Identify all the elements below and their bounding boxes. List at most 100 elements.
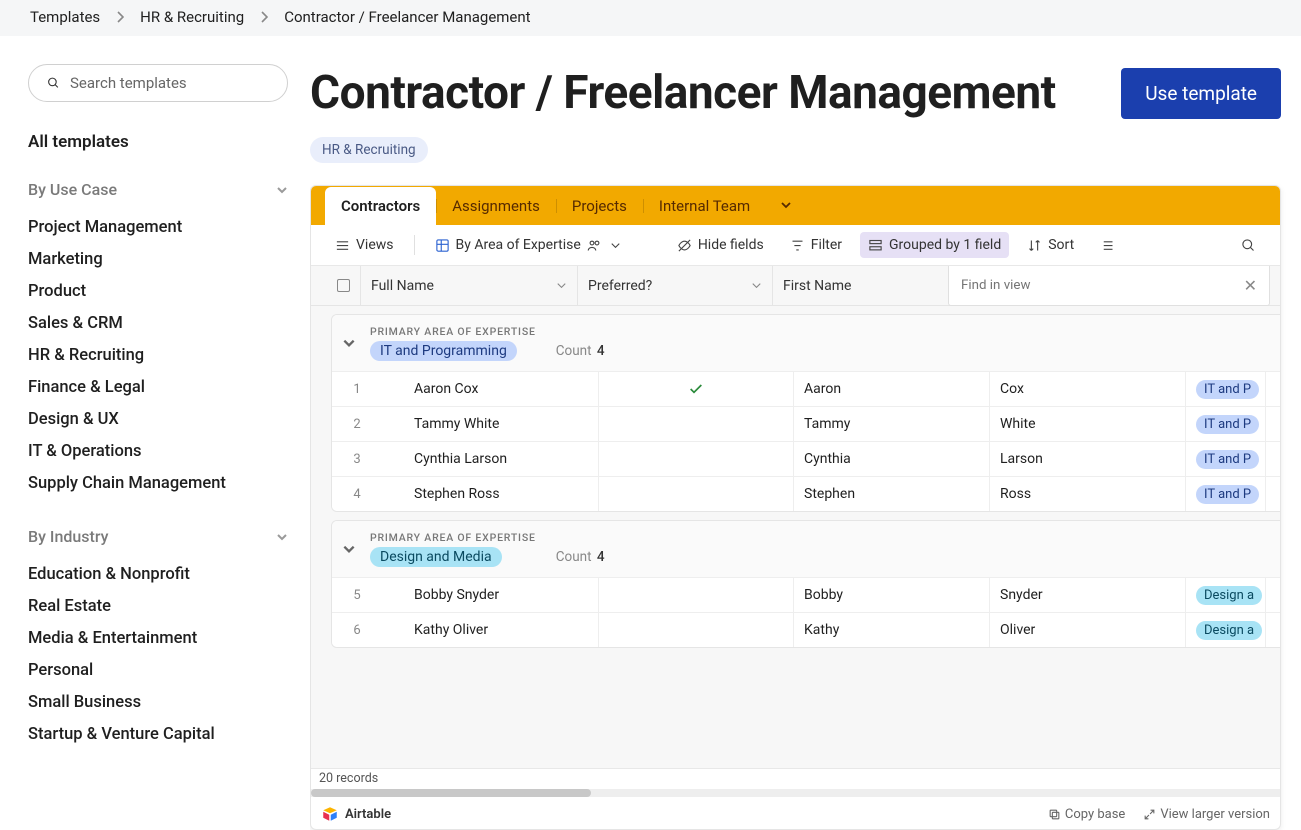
table-row[interactable]: 6 Kathy Oliver Kathy Oliver Design a	[332, 612, 1280, 647]
sidebar-item[interactable]: Product	[28, 275, 288, 307]
sidebar-item[interactable]: Project Management	[28, 211, 288, 243]
tab-internal-team[interactable]: Internal Team	[643, 187, 766, 225]
sidebar-item[interactable]: Startup & Venture Capital	[28, 718, 288, 750]
cell-last-name[interactable]: Cox	[990, 372, 1186, 406]
cell-first-name[interactable]: Kathy	[794, 613, 990, 647]
table-row[interactable]: 3 Cynthia Larson Cynthia Larson IT and P	[332, 441, 1280, 476]
group-header[interactable]: PRIMARY AREA OF EXPERTISE Design and Med…	[332, 521, 1280, 577]
cell-first-name[interactable]: Bobby	[794, 578, 990, 612]
cell-area[interactable]: IT and P	[1186, 372, 1266, 406]
grid-icon	[435, 238, 450, 253]
cell-last-name[interactable]: White	[990, 407, 1186, 441]
cell-preferred[interactable]	[599, 477, 794, 511]
view-toolbar: Views By Area of Expertise Hide fields	[311, 225, 1280, 266]
search-input-wrap[interactable]	[28, 64, 288, 102]
hide-fields-button[interactable]: Hide fields	[669, 232, 772, 258]
cell-full-name[interactable]: Cynthia Larson	[382, 442, 599, 476]
cell-first-name[interactable]: Stephen	[794, 477, 990, 511]
category-tag[interactable]: HR & Recruiting	[310, 137, 428, 163]
cell-full-name[interactable]: Bobby Snyder	[382, 578, 599, 612]
row-number: 3	[332, 442, 382, 476]
sidebar-item[interactable]: Sales & CRM	[28, 307, 288, 339]
find-in-view[interactable]: ✕	[948, 266, 1270, 306]
cell-first-name[interactable]: Aaron	[794, 372, 990, 406]
group-header[interactable]: PRIMARY AREA OF EXPERTISE IT and Program…	[332, 315, 1280, 371]
use-case-toggle[interactable]: By Use Case	[28, 180, 288, 199]
search-input[interactable]	[70, 74, 269, 92]
group-count: Count 4	[556, 343, 605, 359]
area-pill: IT and P	[1196, 380, 1259, 399]
cell-preferred[interactable]	[599, 442, 794, 476]
chevron-down-icon	[276, 531, 288, 543]
industry-toggle[interactable]: By Industry	[28, 527, 288, 546]
sidebar-item[interactable]: Supply Chain Management	[28, 467, 288, 499]
tab-projects[interactable]: Projects	[556, 187, 643, 225]
cell-last-name[interactable]: Larson	[990, 442, 1186, 476]
sidebar-item[interactable]: Real Estate	[28, 590, 288, 622]
table-viewport[interactable]: Full Name Preferred? First Name	[311, 266, 1280, 768]
cell-first-name[interactable]: Cynthia	[794, 442, 990, 476]
horizontal-scrollbar[interactable]	[311, 789, 1280, 797]
cell-area[interactable]: Design a	[1186, 578, 1266, 612]
col-first-name[interactable]: First Name	[773, 266, 969, 305]
group-button[interactable]: Grouped by 1 field	[860, 232, 1009, 258]
view-larger-button[interactable]: View larger version	[1143, 807, 1270, 822]
cell-full-name[interactable]: Stephen Ross	[382, 477, 599, 511]
cell-preferred[interactable]	[599, 372, 794, 406]
sidebar-item[interactable]: Media & Entertainment	[28, 622, 288, 654]
group-pill: Design and Media	[370, 547, 502, 567]
table-row[interactable]: 1 Aaron Cox Aaron Cox IT and P	[332, 371, 1280, 406]
cell-preferred[interactable]	[599, 613, 794, 647]
tab-assignments[interactable]: Assignments	[436, 187, 556, 225]
all-templates-link[interactable]: All templates	[28, 132, 288, 152]
cell-first-name[interactable]: Tammy	[794, 407, 990, 441]
sidebar-item[interactable]: Marketing	[28, 243, 288, 275]
check-icon	[688, 381, 704, 397]
airtable-brand[interactable]: Airtable	[321, 805, 391, 823]
group: PRIMARY AREA OF EXPERTISE IT and Program…	[331, 314, 1280, 512]
close-icon[interactable]: ✕	[1244, 276, 1257, 295]
find-input[interactable]	[961, 278, 1234, 293]
cell-preferred[interactable]	[599, 407, 794, 441]
cell-last-name[interactable]: Snyder	[990, 578, 1186, 612]
cell-full-name[interactable]: Tammy White	[382, 407, 599, 441]
tab-more[interactable]	[766, 186, 806, 225]
sidebar-item[interactable]: Education & Nonprofit	[28, 558, 288, 590]
cell-area[interactable]: IT and P	[1186, 477, 1266, 511]
sidebar-item[interactable]: IT & Operations	[28, 435, 288, 467]
row-height-button[interactable]	[1092, 233, 1123, 258]
view-selector[interactable]: By Area of Expertise	[427, 232, 631, 258]
cell-last-name[interactable]: Oliver	[990, 613, 1186, 647]
cell-area[interactable]: IT and P	[1186, 407, 1266, 441]
table-row[interactable]: 2 Tammy White Tammy White IT and P	[332, 406, 1280, 441]
use-template-button[interactable]: Use template	[1121, 68, 1281, 119]
sort-button[interactable]: Sort	[1019, 232, 1082, 258]
cell-full-name[interactable]: Kathy Oliver	[382, 613, 599, 647]
use-case-list: Project ManagementMarketingProductSales …	[28, 211, 288, 499]
page-title: Contractor / Freelancer Management	[310, 66, 1056, 121]
filter-button[interactable]: Filter	[782, 232, 850, 258]
cell-area[interactable]: Design a	[1186, 613, 1266, 647]
search-button[interactable]	[1233, 233, 1264, 258]
views-button[interactable]: Views	[327, 232, 402, 258]
tab-contractors[interactable]: Contractors	[325, 187, 436, 225]
table-row[interactable]: 5 Bobby Snyder Bobby Snyder Design a	[332, 577, 1280, 612]
sidebar-item[interactable]: HR & Recruiting	[28, 339, 288, 371]
copy-base-button[interactable]: Copy base	[1048, 807, 1125, 822]
sidebar-item[interactable]: Finance & Legal	[28, 371, 288, 403]
sidebar-item[interactable]: Design & UX	[28, 403, 288, 435]
breadcrumb-templates[interactable]: Templates	[30, 8, 100, 26]
eye-off-icon	[677, 238, 692, 253]
cell-area[interactable]: IT and P	[1186, 442, 1266, 476]
group-count: Count 4	[556, 549, 605, 565]
col-preferred[interactable]: Preferred?	[578, 266, 773, 305]
sidebar-item[interactable]: Personal	[28, 654, 288, 686]
breadcrumb-category[interactable]: HR & Recruiting	[140, 8, 244, 26]
select-all-cell[interactable]	[311, 266, 361, 305]
sidebar-item[interactable]: Small Business	[28, 686, 288, 718]
cell-last-name[interactable]: Ross	[990, 477, 1186, 511]
cell-preferred[interactable]	[599, 578, 794, 612]
table-row[interactable]: 4 Stephen Ross Stephen Ross IT and P	[332, 476, 1280, 511]
col-full-name[interactable]: Full Name	[361, 266, 578, 305]
cell-full-name[interactable]: Aaron Cox	[382, 372, 599, 406]
